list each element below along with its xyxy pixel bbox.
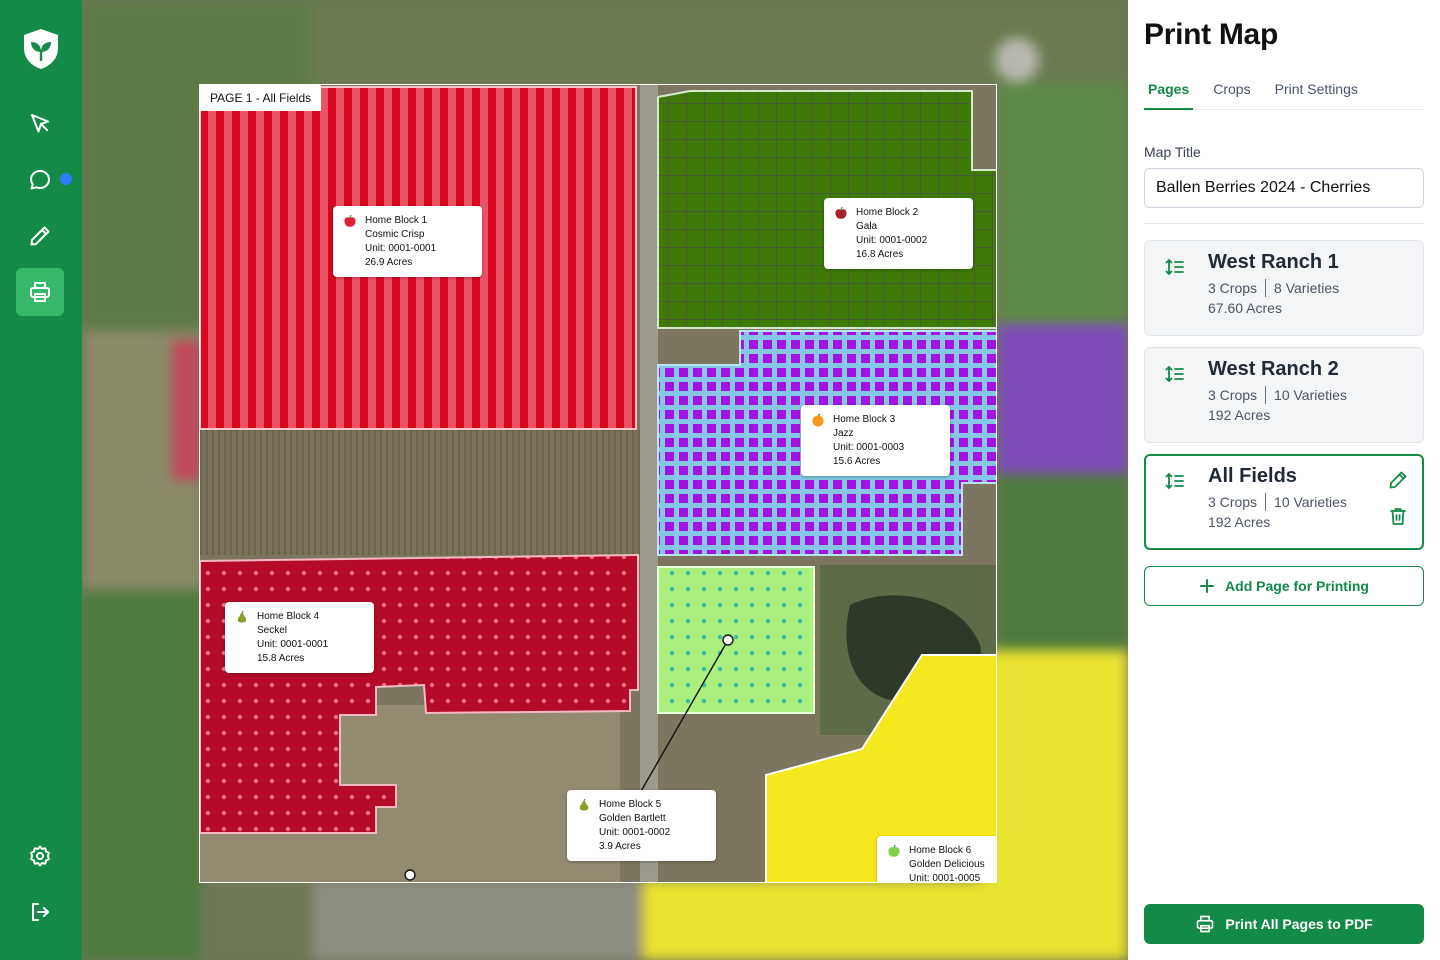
page-card[interactable]: West Ranch 2 3 Crops 10 Varieties 192 Ac…: [1144, 347, 1424, 443]
tab-pages[interactable]: Pages: [1144, 78, 1194, 110]
block-variety: Golden Bartlett: [599, 813, 666, 824]
reorder-handle-icon[interactable]: [1165, 364, 1185, 384]
block-variety: Cosmic Crisp: [365, 229, 425, 240]
page-card-varieties: 10 Varieties: [1274, 494, 1347, 510]
page-card-varieties: 10 Varieties: [1274, 387, 1347, 403]
page-card-acres: 67.60 Acres: [1208, 300, 1282, 316]
page-card[interactable]: West Ranch 1 3 Crops 8 Varieties 67.60 A…: [1144, 240, 1424, 336]
edit-page-button[interactable]: [1386, 468, 1410, 492]
block-callout[interactable]: Home Block 3 Jazz Unit: 0001-0003 15.6 A…: [801, 405, 950, 476]
reorder-handle-icon[interactable]: [1165, 257, 1185, 277]
block-name: Home Block 5: [599, 799, 662, 810]
print-all-label: Print All Pages to PDF: [1225, 916, 1373, 932]
page-card-meta: 3 Crops 10 Varieties: [1208, 493, 1347, 511]
leaf-shield-logo: [24, 29, 58, 69]
pencil-icon: [30, 226, 50, 246]
meta-separator: [1265, 493, 1267, 511]
page-card-title: West Ranch 2: [1208, 358, 1339, 380]
page-card-title: All Fields: [1208, 465, 1297, 487]
map-title-input[interactable]: [1144, 168, 1424, 208]
block-unit: Unit: 0001-0001: [365, 243, 437, 254]
page-card-crops: 3 Crops: [1208, 387, 1258, 403]
cursor-icon: [31, 114, 49, 133]
block-acres: 15.6 Acres: [833, 456, 881, 467]
block-callout[interactable]: Home Block 6 Golden Delicious Unit: 0001…: [877, 836, 996, 883]
block-name: Home Block 4: [257, 611, 320, 622]
chat-icon: [30, 170, 50, 190]
block-callout[interactable]: Home Block 4 Seckel Unit: 0001-0001 15.8…: [225, 602, 374, 673]
print-map-panel: Print Map Pages Crops Print Settings Map…: [1128, 0, 1440, 960]
block-acres: 26.9 Acres: [365, 257, 413, 268]
block-acres: 3.9 Acres: [599, 841, 641, 852]
printer-icon: [1197, 915, 1214, 933]
block-name: Home Block 6: [909, 845, 972, 856]
block-unit: Unit: 0001-0001: [257, 639, 329, 650]
trash-icon: [1390, 508, 1406, 525]
pear-icon: [237, 610, 247, 623]
map-canvas[interactable]: PAGE 1 - All Fields Home Block 1 Cosmic …: [82, 0, 1128, 960]
page-card-varieties: 8 Varieties: [1274, 280, 1340, 296]
sidebar: [0, 0, 82, 960]
draw-tool-button[interactable]: [16, 212, 64, 260]
meta-separator: [1265, 386, 1267, 404]
block-name: Home Block 1: [365, 215, 428, 226]
print-button[interactable]: [16, 268, 64, 316]
pear-icon: [579, 798, 589, 811]
panel-title: Print Map: [1144, 18, 1278, 51]
apple-icon: [344, 214, 356, 227]
printer-icon: [30, 282, 50, 302]
messages-button[interactable]: [16, 156, 64, 204]
add-page-button[interactable]: Add Page for Printing: [1144, 566, 1424, 606]
block-acres: 16.8 Acres: [856, 249, 904, 260]
apple-icon: [835, 206, 847, 219]
logout-button[interactable]: [16, 888, 64, 936]
block-variety: Jazz: [833, 428, 854, 439]
page-card-title: West Ranch 1: [1208, 251, 1339, 273]
page-label: PAGE 1 - All Fields: [200, 85, 322, 111]
orange-icon: [812, 413, 824, 427]
block-variety: Seckel: [257, 625, 288, 636]
reorder-handle-icon[interactable]: [1165, 471, 1185, 491]
page-card-crops: 3 Crops: [1208, 494, 1258, 510]
block-variety: Gala: [856, 221, 878, 232]
panel-tabs: Pages Crops Print Settings: [1144, 78, 1424, 110]
block-name: Home Block 2: [856, 207, 919, 218]
select-tool-button[interactable]: [16, 100, 64, 148]
block-unit: Unit: 0001-0002: [599, 827, 671, 838]
block-callout[interactable]: Home Block 2 Gala Unit: 0001-0002 16.8 A…: [824, 198, 973, 269]
page-card-crops: 3 Crops: [1208, 280, 1258, 296]
add-page-label: Add Page for Printing: [1225, 578, 1369, 594]
logout-icon: [32, 903, 49, 921]
print-page-frame: PAGE 1 - All Fields Home Block 1 Cosmic …: [199, 84, 997, 883]
tab-crops[interactable]: Crops: [1209, 78, 1254, 110]
print-all-button[interactable]: Print All Pages to PDF: [1144, 904, 1424, 944]
apple-icon: [888, 844, 900, 857]
block-unit: Unit: 0001-0002: [856, 235, 928, 246]
block-unit: Unit: 0001-0003: [833, 442, 905, 453]
page-card-acres: 192 Acres: [1208, 407, 1271, 423]
notification-dot: [60, 173, 72, 185]
page-card-acres: 192 Acres: [1208, 514, 1271, 530]
delete-page-button[interactable]: [1386, 504, 1410, 528]
block-name: Home Block 3: [833, 414, 896, 425]
divider: [1144, 223, 1424, 224]
settings-button[interactable]: [16, 832, 64, 880]
block-callout[interactable]: Home Block 1 Cosmic Crisp Unit: 0001-000…: [333, 206, 482, 277]
pencil-icon: [1389, 471, 1407, 489]
map-title-label: Map Title: [1144, 144, 1201, 160]
meta-separator: [1265, 279, 1267, 297]
tab-print-settings[interactable]: Print Settings: [1271, 78, 1362, 110]
page-card-meta: 3 Crops 10 Varieties: [1208, 386, 1347, 404]
block-unit: Unit: 0001-0005: [909, 873, 981, 883]
plus-icon: [1200, 579, 1215, 593]
gear-icon: [30, 845, 50, 867]
block-acres: 15.8 Acres: [257, 653, 305, 664]
page-card-meta: 3 Crops 8 Varieties: [1208, 279, 1339, 297]
block-variety: Golden Delicious: [909, 859, 985, 870]
page-card-selected[interactable]: All Fields 3 Crops 10 Varieties 192 Acre…: [1144, 454, 1424, 550]
block-callout[interactable]: Home Block 5 Golden Bartlett Unit: 0001-…: [567, 790, 716, 861]
